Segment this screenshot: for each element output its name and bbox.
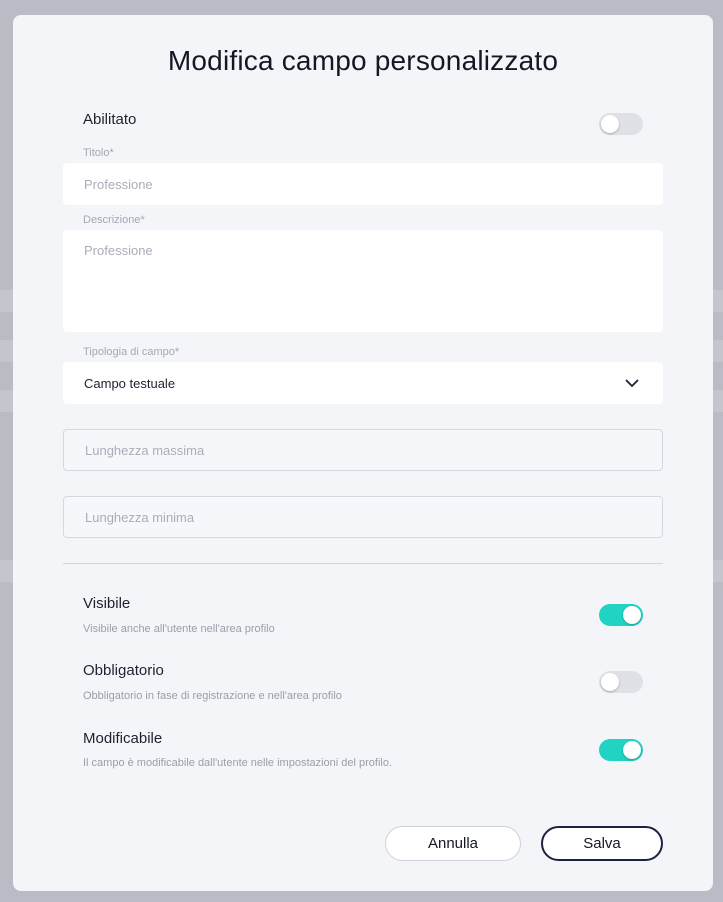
save-button[interactable]: Salva bbox=[541, 826, 663, 861]
description-textarea[interactable] bbox=[63, 230, 663, 332]
enabled-toggle[interactable] bbox=[599, 113, 643, 135]
toggle-knob bbox=[623, 741, 641, 759]
chevron-down-icon bbox=[622, 373, 642, 393]
editable-description: Il campo è modificabile dall'utente nell… bbox=[83, 757, 393, 769]
edit-custom-field-modal: Modifica campo personalizzato Abilitato … bbox=[13, 15, 713, 891]
title-input[interactable] bbox=[63, 163, 663, 205]
cancel-button[interactable]: Annulla bbox=[385, 826, 521, 861]
description-field-label: Descrizione* bbox=[83, 214, 145, 226]
editable-toggle[interactable] bbox=[599, 739, 643, 761]
required-label: Obbligatorio bbox=[83, 662, 164, 679]
title-field-label: Titolo* bbox=[83, 147, 114, 159]
required-toggle[interactable] bbox=[599, 671, 643, 693]
section-divider bbox=[63, 563, 663, 564]
modal-title: Modifica campo personalizzato bbox=[167, 45, 559, 76]
field-type-value: Campo testuale bbox=[84, 375, 176, 391]
toggle-knob bbox=[601, 673, 619, 691]
visible-toggle[interactable] bbox=[599, 604, 643, 626]
enabled-label: Abilitato bbox=[83, 111, 137, 128]
visible-description: Visibile anche all'utente nell'area prof… bbox=[83, 623, 275, 635]
min-length-input[interactable] bbox=[63, 496, 663, 538]
field-type-select[interactable]: Campo testuale bbox=[63, 362, 663, 404]
required-description: Obbligatorio in fase di registrazione e … bbox=[83, 690, 342, 702]
max-length-input[interactable] bbox=[63, 429, 663, 471]
toggle-knob bbox=[601, 115, 619, 133]
editable-label: Modificabile bbox=[83, 730, 163, 747]
toggle-knob bbox=[623, 606, 641, 624]
field-type-label: Tipologia di campo* bbox=[83, 346, 180, 358]
visible-label: Visibile bbox=[83, 595, 131, 612]
